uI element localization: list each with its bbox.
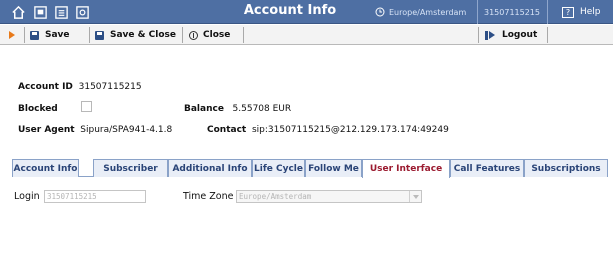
header-account-id: 31507115215 <box>484 7 540 17</box>
help-label: Help <box>580 7 601 17</box>
toolbar: Save Save & Close Close Logout <box>0 25 613 45</box>
top-header-bar: Account Info Europe/Amsterdam 3150711521… <box>0 0 613 24</box>
header-divider <box>477 0 478 24</box>
login-label: Login <box>14 191 40 202</box>
balance-value: 5.55708 EUR <box>232 104 292 114</box>
timezone-label: Time Zone <box>183 191 234 202</box>
logout-button[interactable]: Logout <box>485 27 537 43</box>
toolbar-divider <box>24 27 25 43</box>
save-icon <box>30 30 39 40</box>
contact-value: sip:31507115215@212.129.173.174:49249 <box>251 125 449 135</box>
tab-bar: Account Info Subscriber Additional Info … <box>12 159 608 178</box>
account-id-value: 31507115215 <box>78 82 142 92</box>
tab-additional-info[interactable]: Additional Info <box>168 159 252 177</box>
tab-user-interface[interactable]: User Interface <box>362 159 450 178</box>
header-divider <box>547 0 548 24</box>
close-button[interactable]: Close <box>189 27 230 43</box>
timezone-select-value: Europe/Amsterdam <box>239 192 312 201</box>
contact-label: Contact <box>207 125 247 135</box>
save-label: Save <box>45 30 70 40</box>
tab-subscriptions[interactable]: Subscriptions <box>524 159 608 177</box>
contact-row: Contact sip:31507115215@212.129.173.174:… <box>207 125 449 135</box>
user-agent-row: User Agent Sipura/SPA941-4.1.8 <box>18 125 172 135</box>
tab-call-features[interactable]: Call Features <box>450 159 524 177</box>
user-agent-value: Sipura/SPA941-4.1.8 <box>80 125 173 135</box>
logout-label: Logout <box>502 30 538 40</box>
timezone-indicator: Europe/Amsterdam <box>375 0 475 24</box>
help-button[interactable]: ? Help <box>556 0 613 24</box>
chevron-down-icon <box>409 191 421 202</box>
tab-account-info[interactable]: Account Info <box>12 159 79 177</box>
toolbar-divider <box>547 27 548 43</box>
clock-icon <box>375 7 385 17</box>
blocked-label: Blocked <box>18 104 58 114</box>
save-close-icon <box>95 30 104 40</box>
monitor-icon[interactable] <box>32 4 48 20</box>
page-title: Account Info <box>243 3 337 18</box>
account-id-label: Account ID <box>18 82 73 92</box>
grid-icon[interactable] <box>53 4 69 20</box>
toolbar-divider <box>89 27 90 43</box>
timezone-select[interactable]: Europe/Amsterdam <box>236 190 422 203</box>
close-icon <box>189 30 198 40</box>
balance-row: Balance 5.55708 EUR <box>184 104 291 114</box>
save-close-button[interactable]: Save & Close <box>95 27 176 43</box>
toolbar-divider <box>182 27 183 43</box>
save-close-label: Save & Close <box>110 30 176 40</box>
toolbar-arrow-icon <box>9 27 15 43</box>
close-label: Close <box>203 30 231 40</box>
help-icon: ? <box>562 6 574 18</box>
timezone-text: Europe/Amsterdam <box>389 7 467 17</box>
tab-life-cycle[interactable]: Life Cycle <box>252 159 305 177</box>
blocked-label-text: Blocked <box>18 104 58 114</box>
balance-label: Balance <box>184 104 224 114</box>
toolbar-divider <box>243 27 244 43</box>
logout-icon <box>485 30 497 40</box>
account-id-row: Account ID 31507115215 <box>18 82 142 92</box>
at-icon[interactable] <box>74 4 90 20</box>
tab-subscriber[interactable]: Subscriber <box>93 159 168 177</box>
blocked-checkbox[interactable] <box>81 101 92 112</box>
tab-follow-me[interactable]: Follow Me <box>305 159 362 177</box>
toolbar-divider <box>478 27 479 43</box>
login-input[interactable]: 31507115215 <box>44 190 146 203</box>
home-icon[interactable] <box>10 4 26 20</box>
user-agent-label: User Agent <box>18 125 75 135</box>
save-button[interactable]: Save <box>30 27 70 43</box>
